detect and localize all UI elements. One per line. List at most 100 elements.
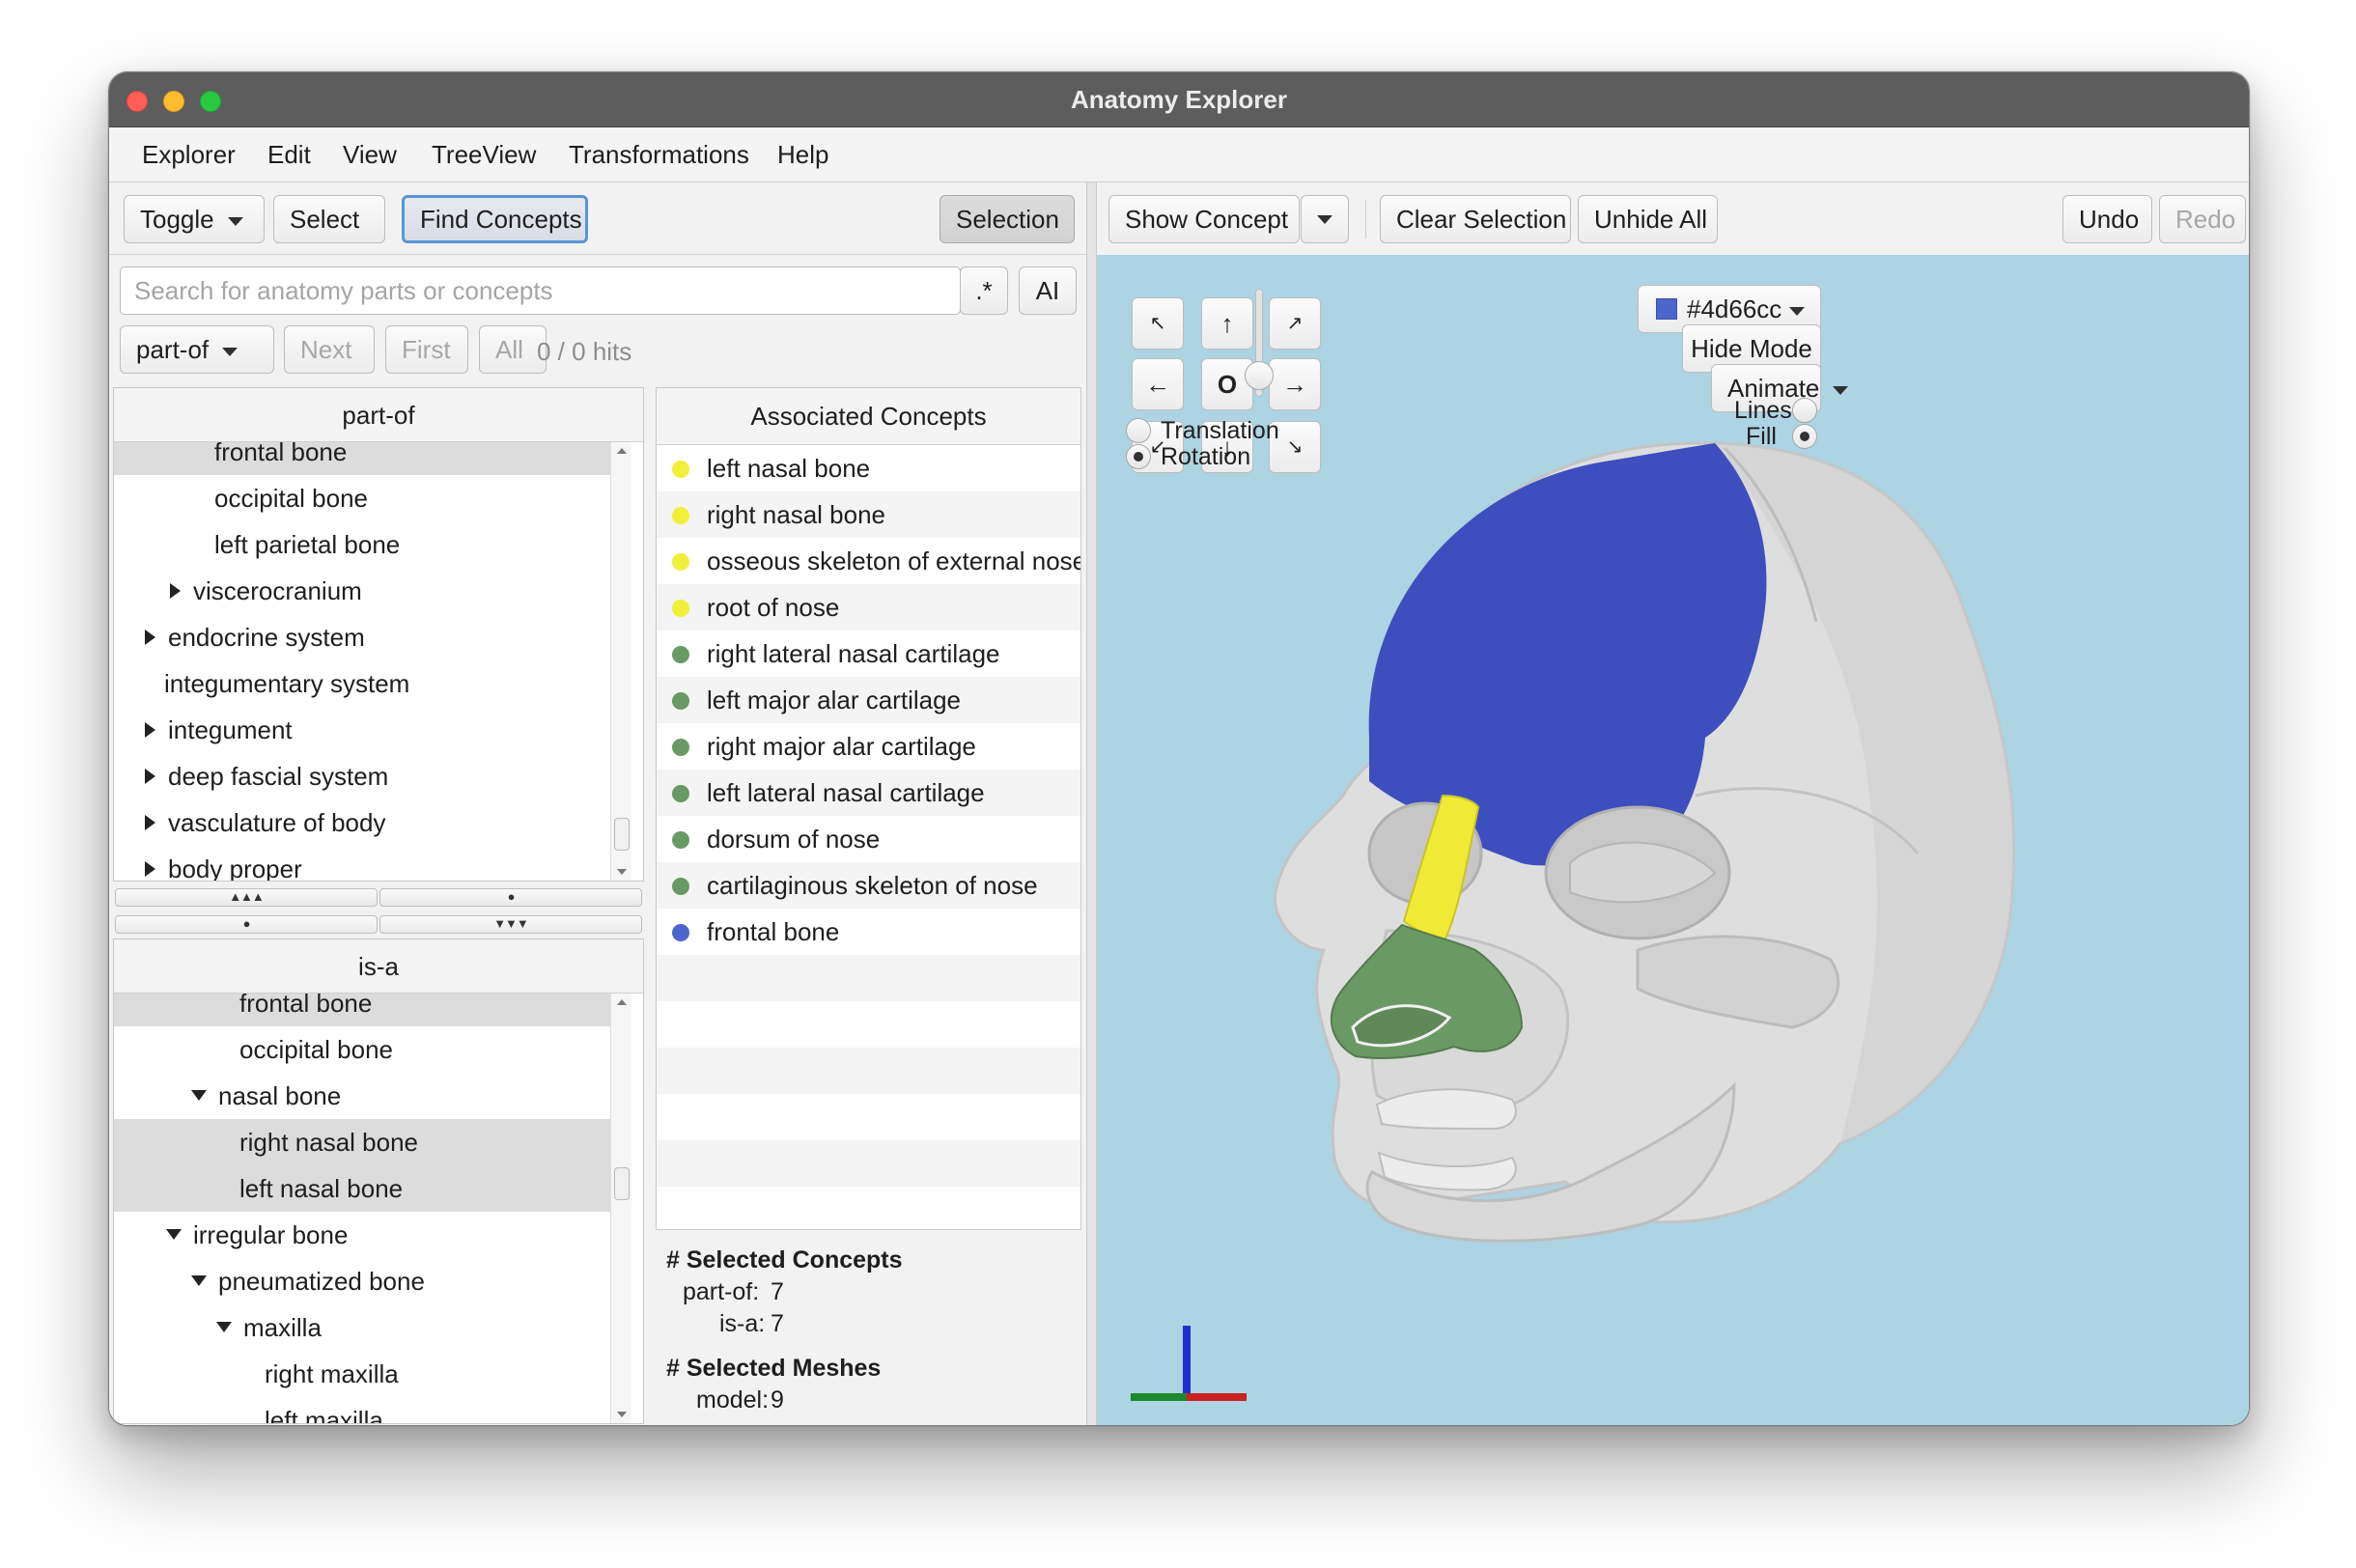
partof-tree-scrollbar[interactable] — [610, 442, 631, 881]
rotate-up-left-button[interactable]: ↖ — [1132, 297, 1184, 350]
translation-radio[interactable] — [1126, 418, 1151, 443]
reset-view-button[interactable]: O — [1201, 358, 1253, 410]
find-concepts-button[interactable]: Find Concepts — [402, 195, 588, 243]
collapse-up-button[interactable]: ▲▲▲ — [115, 888, 378, 907]
expand-arrow-icon[interactable] — [145, 630, 155, 645]
isa-tree-row[interactable]: occipital bone — [114, 1026, 611, 1073]
tree-row-label: pneumatized bone — [218, 1267, 425, 1296]
unhide-all-button[interactable]: Unhide All — [1578, 195, 1718, 243]
expand-arrow-icon[interactable] — [145, 722, 155, 738]
partof-tree-row[interactable]: left parietal bone — [114, 521, 611, 568]
partof-tree-row[interactable]: body proper — [114, 846, 611, 881]
collapse-arrow-icon[interactable] — [166, 1229, 182, 1240]
associated-concept-item[interactable]: right major alar cartilage — [657, 723, 1080, 770]
isa-tree-row[interactable]: maxilla — [114, 1304, 611, 1351]
tree-row-label: left nasal bone — [239, 1174, 404, 1203]
toolbar-divider — [109, 254, 1086, 255]
color-dot-icon — [672, 878, 689, 895]
show-concept-button[interactable]: Show Concept — [1108, 195, 1300, 243]
partof-tree-row[interactable]: deep fascial system — [114, 753, 611, 799]
collapse-arrow-icon[interactable] — [191, 1275, 207, 1286]
associated-concept-item[interactable]: left major alar cartilage — [657, 677, 1080, 723]
selection-toggle-button[interactable]: Selection — [940, 195, 1075, 243]
scroll-down-icon[interactable] — [617, 1412, 627, 1417]
associated-concept-item[interactable]: left lateral nasal cartilage — [657, 770, 1080, 816]
menu-explorer[interactable]: Explorer — [142, 127, 236, 182]
menu-edit[interactable]: Edit — [267, 127, 311, 182]
first-hit-button[interactable]: First — [385, 325, 468, 374]
partof-tree-row[interactable]: integumentary system — [114, 660, 611, 707]
center-split-button-lower[interactable]: ● — [115, 915, 378, 934]
isa-tree-row[interactable]: left maxilla — [114, 1397, 611, 1423]
toggle-dropdown[interactable]: Toggle — [124, 195, 265, 243]
partof-tree-rows: frontal bone occipital bone left parietal … — [114, 442, 611, 881]
menu-treeview[interactable]: TreeView — [432, 127, 536, 182]
isa-tree-panel: is-a frontal bone occipital bone nasal bon… — [113, 938, 644, 1424]
isa-tree-scrollbar[interactable] — [610, 994, 631, 1423]
rotate-up-button[interactable]: ↑ — [1201, 297, 1253, 350]
partof-tree-row[interactable]: integument — [114, 707, 611, 753]
partof-tree-row[interactable]: endocrine system — [114, 614, 611, 660]
isa-tree-row[interactable]: left nasal bone — [114, 1165, 611, 1212]
regex-toggle-button[interactable]: .* — [960, 266, 1008, 315]
collapse-down-button[interactable]: ▼▼▼ — [379, 915, 642, 934]
associated-concept-item[interactable]: root of nose — [657, 584, 1080, 630]
show-concept-menu-button[interactable] — [1301, 195, 1349, 243]
search-input[interactable] — [120, 266, 961, 315]
isa-tree-row[interactable]: irregular bone — [114, 1212, 611, 1258]
scroll-down-icon[interactable] — [617, 869, 627, 875]
partof-tree-row[interactable]: occipital bone — [114, 475, 611, 521]
select-button[interactable]: Select — [273, 195, 385, 243]
selected-meshes-title: # Selected Meshes — [666, 1355, 882, 1382]
expand-arrow-icon[interactable] — [170, 583, 181, 599]
zoom-slider-knob[interactable] — [1245, 360, 1274, 390]
associated-concept-item[interactable]: frontal bone — [657, 909, 1080, 955]
associated-concept-item[interactable]: left nasal bone — [657, 445, 1080, 491]
scroll-thumb[interactable] — [614, 1167, 630, 1200]
rotation-radio[interactable] — [1126, 444, 1151, 469]
relation-dropdown[interactable]: part-of — [120, 325, 274, 374]
associated-concept-item[interactable]: dorsum of nose — [657, 816, 1080, 862]
lines-radio[interactable] — [1792, 398, 1817, 423]
next-hit-button[interactable]: Next — [284, 325, 375, 374]
associated-concept-item[interactable]: right nasal bone — [657, 491, 1080, 538]
chevron-down-icon — [222, 347, 238, 356]
rotate-right-button[interactable]: → — [1269, 358, 1321, 410]
associated-concept-label: right nasal bone — [707, 500, 886, 529]
menu-transformations[interactable]: Transformations — [569, 127, 749, 182]
isa-tree-row[interactable]: nasal bone — [114, 1073, 611, 1119]
3d-viewport[interactable]: ↖ ↑ ↗ ← O → ↙ ↓ ↘ Translation Rotation #4d66cc H… — [1097, 255, 2249, 1425]
ai-search-button[interactable]: AI — [1019, 266, 1077, 315]
menu-view[interactable]: View — [343, 127, 397, 182]
rotate-left-button[interactable]: ← — [1132, 358, 1184, 410]
isa-tree-row[interactable]: right maxilla — [114, 1351, 611, 1397]
associated-concept-item[interactable]: osseous skeleton of external nose — [657, 538, 1080, 584]
right-pane: Show Concept Clear Selection Unhide All … — [1097, 182, 2249, 1425]
isa-tree-row[interactable]: pneumatized bone — [114, 1258, 611, 1304]
tree-row-label: deep fascial system — [168, 762, 389, 791]
associated-concept-item[interactable]: cartilaginous skeleton of nose — [657, 862, 1080, 909]
scroll-thumb[interactable] — [614, 818, 630, 851]
collapse-arrow-icon[interactable] — [216, 1322, 232, 1332]
clear-selection-button[interactable]: Clear Selection — [1380, 195, 1571, 243]
collapse-arrow-icon[interactable] — [191, 1090, 207, 1101]
expand-arrow-icon[interactable] — [145, 769, 155, 784]
expand-arrow-icon[interactable] — [145, 861, 155, 877]
associated-concept-item[interactable]: right lateral nasal cartilage — [657, 630, 1080, 677]
scroll-up-icon[interactable] — [617, 999, 627, 1005]
pane-splitter[interactable] — [1086, 182, 1097, 1425]
center-split-button[interactable]: ● — [379, 888, 642, 907]
scroll-up-icon[interactable] — [617, 448, 627, 454]
partof-tree-row[interactable]: frontal bone — [114, 442, 611, 475]
undo-button[interactable]: Undo — [2062, 195, 2152, 243]
menu-help[interactable]: Help — [777, 127, 828, 182]
isa-tree-row[interactable]: frontal bone — [114, 994, 611, 1026]
toolbar-separator — [1365, 200, 1366, 238]
redo-button[interactable]: Redo — [2159, 195, 2246, 243]
partof-tree-row[interactable]: viscerocranium — [114, 568, 611, 614]
expand-arrow-icon[interactable] — [145, 815, 155, 830]
partof-tree-row[interactable]: vasculature of body — [114, 799, 611, 846]
isa-tree-row[interactable]: right nasal bone — [114, 1119, 611, 1165]
rotate-up-right-button[interactable]: ↗ — [1269, 297, 1321, 350]
fill-radio[interactable] — [1792, 424, 1817, 449]
